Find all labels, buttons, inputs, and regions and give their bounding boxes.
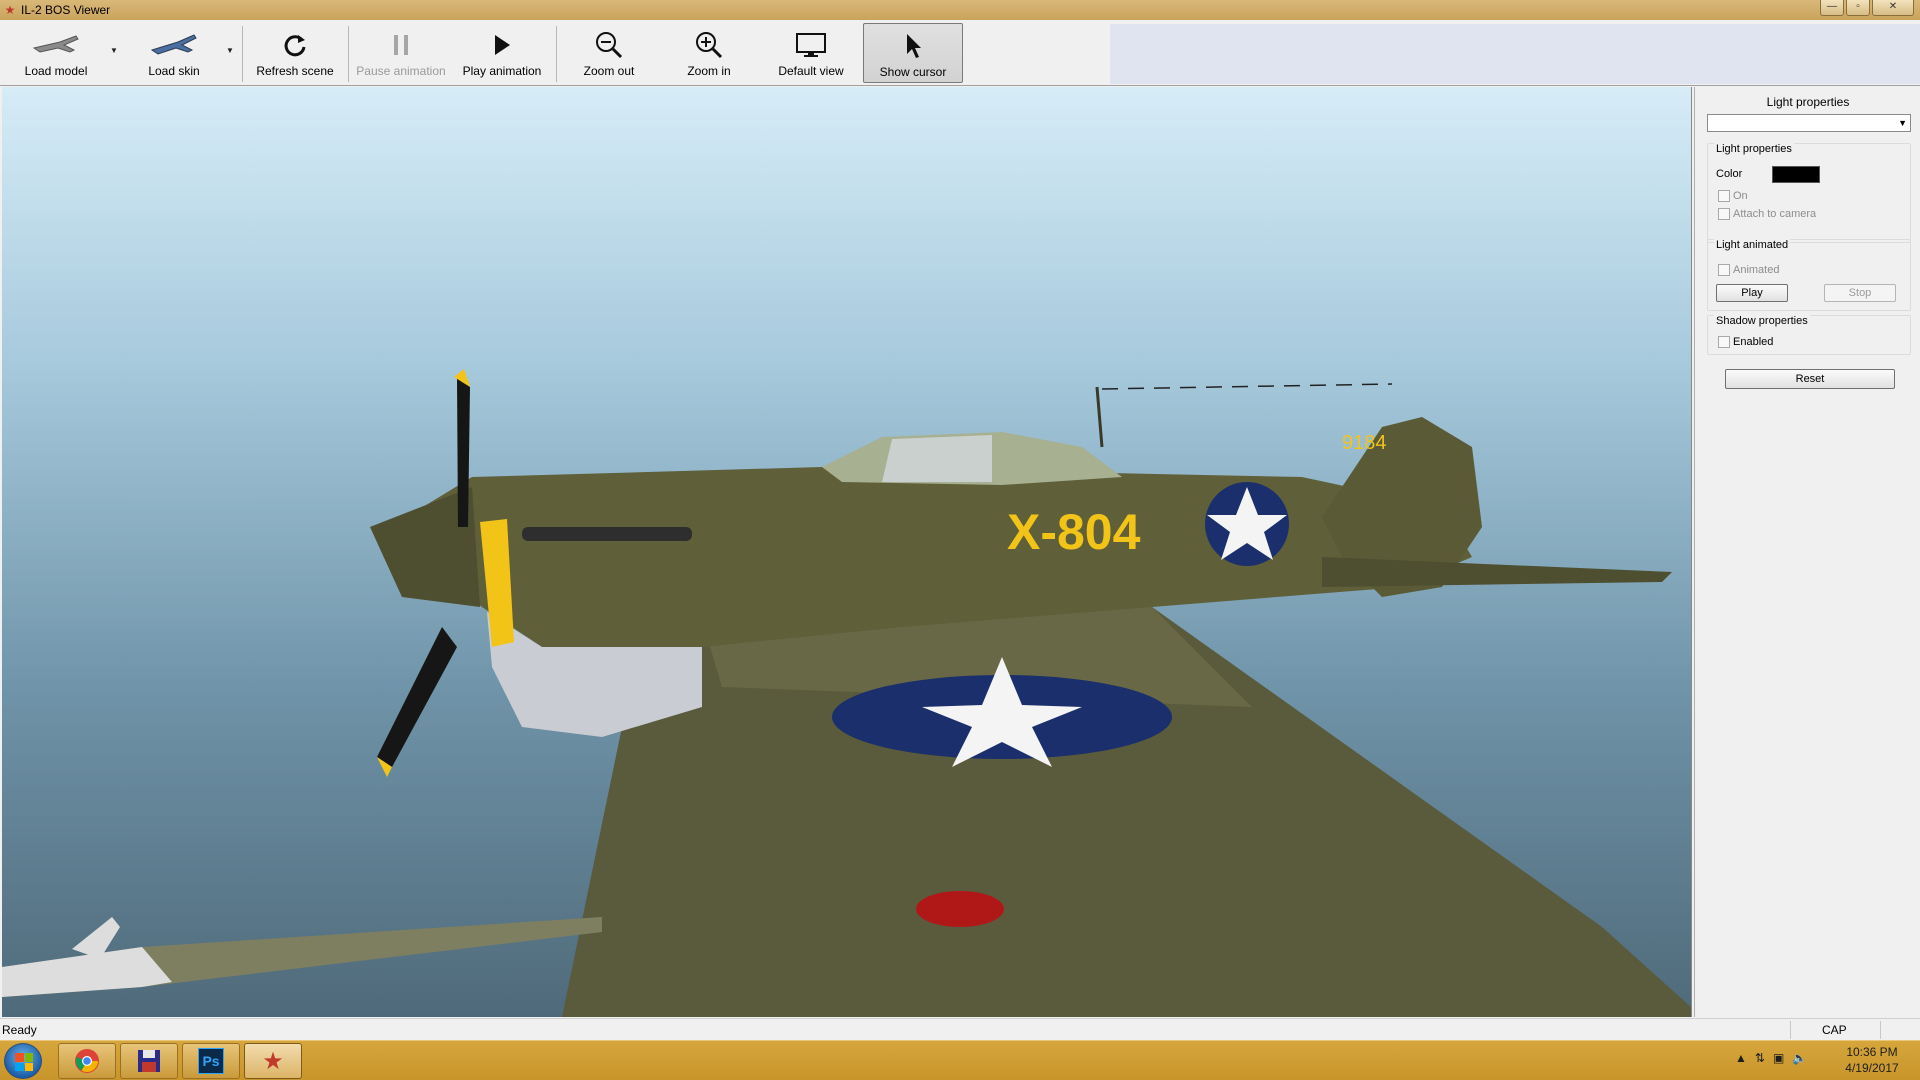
attach-to-camera-checkbox[interactable]: Attach to camera [1718,208,1816,220]
status-text: Ready [2,1023,37,1037]
zoom-out-icon [594,29,624,61]
play-light-button[interactable]: Play [1716,284,1788,302]
wing-light [916,891,1004,927]
taskbar: Ps ★ ▲ ⇅ ▣ 🔈 10:36 PM 4/19/2017 [0,1040,1920,1080]
taskbar-clock[interactable]: 10:36 PM 4/19/2017 [1830,1044,1914,1076]
clock-date: 4/19/2017 [1845,1061,1899,1075]
propeller-blade-lower [377,627,457,767]
exhaust-stacks [522,527,692,541]
on-checkbox[interactable]: On [1718,190,1748,202]
status-divider [1790,1021,1791,1039]
close-button[interactable]: ✕ [1872,0,1914,16]
taskbar-photoshop[interactable]: Ps [182,1043,240,1079]
clock-time: 10:36 PM [1846,1045,1898,1059]
checkbox-icon [1718,264,1730,276]
color-label: Color [1716,168,1743,180]
status-bar: Ready CAP [0,1018,1920,1040]
zoom-in-button[interactable]: Zoom in [666,23,752,83]
group-title: Light animated [1714,239,1791,251]
maximize-button[interactable]: ▫ [1846,0,1870,16]
shadow-enabled-checkbox[interactable]: Enabled [1718,336,1773,348]
title-bar: ★ IL-2 BOS Viewer — ▫ ✕ [0,0,1920,20]
taskbar-save-app[interactable] [120,1043,178,1079]
reset-button[interactable]: Reset [1725,369,1895,389]
3d-viewport[interactable]: X-804 9184 [2,87,1692,1017]
tray-network-icon[interactable]: ⇅ [1755,1051,1765,1065]
chrome-icon [75,1049,99,1073]
tray-expand-icon[interactable]: ▲ [1735,1051,1747,1065]
zoom-in-icon [694,29,724,61]
checkbox-icon [1718,190,1730,202]
light-properties-panel: Light properties ▼ Light properties Colo… [1694,87,1920,1017]
load-model-dropdown-icon[interactable]: ▼ [110,46,118,55]
light-properties-group: Light properties Color On Attach to came… [1707,143,1911,243]
monitor-icon [795,29,827,61]
checkbox-icon [1718,208,1730,220]
pause-icon [391,29,411,61]
taskbar-chrome[interactable] [58,1043,116,1079]
fuselage-code: X-804 [1007,504,1141,560]
toolbar-separator [348,26,349,82]
system-tray: ▲ ⇅ ▣ 🔈 [1735,1051,1807,1065]
light-animated-group: Light animated Animated Play Stop [1707,239,1911,311]
checkbox-icon [1718,336,1730,348]
load-skin-button[interactable]: Load skin [132,23,216,83]
animated-checkbox[interactable]: Animated [1718,264,1779,276]
caps-indicator: CAP [1822,1023,1847,1037]
start-button[interactable] [4,1043,42,1079]
group-title: Shadow properties [1714,315,1810,327]
aircraft-render: X-804 9184 [2,369,1691,1017]
fuselage [382,467,1472,647]
color-swatch[interactable] [1772,166,1820,183]
photoshop-icon: Ps [198,1048,224,1074]
zoom-out-button[interactable]: Zoom out [566,23,652,83]
tray-devices-icon[interactable]: ▣ [1773,1051,1784,1065]
propeller-blade [457,377,470,527]
window-title: IL-2 BOS Viewer [21,3,111,17]
tray-volume-icon[interactable]: 🔈 [1792,1051,1807,1065]
toolbar-separator [242,26,243,82]
cursor-arrow-icon [902,30,924,62]
panel-title: Light properties [1766,95,1850,109]
horizontal-stabilizer [1322,557,1672,587]
tail-number: 9184 [1342,432,1387,454]
play-icon [491,29,513,61]
toolbar-separator [556,26,557,82]
group-title: Light properties [1714,143,1794,155]
toolbar-empty-area [1110,24,1920,84]
pause-animation-button[interactable]: Pause animation [352,23,450,83]
play-animation-button[interactable]: Play animation [456,23,548,83]
chevron-down-icon: ▼ [1898,118,1907,128]
light-select-dropdown[interactable]: ▼ [1707,114,1911,132]
airplane-skin-icon [148,29,200,61]
minimize-button[interactable]: — [1820,0,1844,16]
status-divider [1880,1021,1881,1039]
il2-star-icon: ★ [262,1047,284,1075]
load-model-button[interactable]: Load model [14,23,98,83]
airplane-icon [30,29,82,61]
default-view-button[interactable]: Default view [766,23,856,83]
show-cursor-button[interactable]: Show cursor [863,23,963,83]
refresh-scene-button[interactable]: Refresh scene [252,23,338,83]
stop-light-button[interactable]: Stop [1824,284,1896,302]
window-controls: — ▫ ✕ [1820,0,1914,16]
load-skin-dropdown-icon[interactable]: ▼ [226,46,234,55]
app-star-icon: ★ [4,3,16,17]
taskbar-il2-viewer[interactable]: ★ [244,1043,302,1079]
save-disk-icon [138,1050,160,1072]
shadow-properties-group: Shadow properties Enabled [1707,315,1911,355]
refresh-icon [281,29,309,61]
toolbar: Load model ▼ Load skin ▼ Refresh scene P… [0,20,1920,86]
windows-logo-icon [15,1053,33,1071]
